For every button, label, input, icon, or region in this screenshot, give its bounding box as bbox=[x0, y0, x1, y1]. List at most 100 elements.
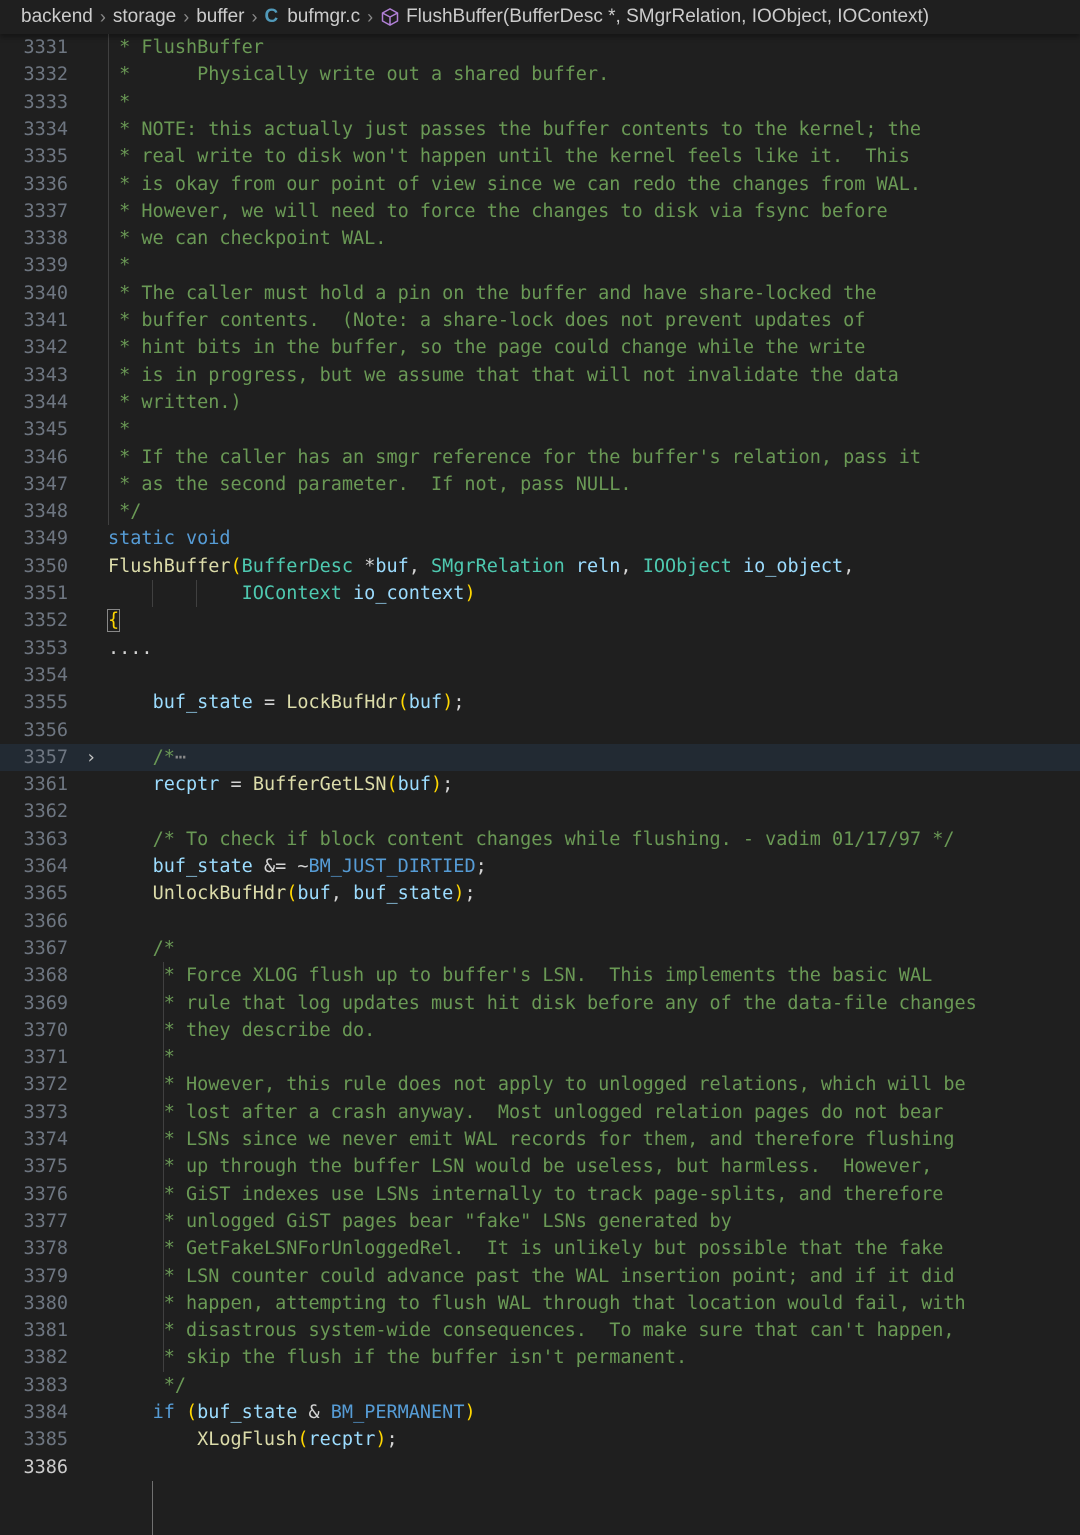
breadcrumb-item-file[interactable]: bufmgr.c bbox=[287, 6, 360, 28]
code-line[interactable]: 3352 { bbox=[0, 607, 1080, 634]
code-line[interactable]: 3383 */ bbox=[0, 1372, 1080, 1399]
code-line[interactable]: 3345 * bbox=[0, 416, 1080, 443]
code-line[interactable]: 3356 bbox=[0, 717, 1080, 744]
code-line[interactable]: 3344 * written.) bbox=[0, 389, 1080, 416]
code-line[interactable]: 3371 * bbox=[0, 1044, 1080, 1071]
code-token: * FlushBuffer bbox=[108, 37, 264, 58]
code-text: * we can checkpoint WAL. bbox=[108, 225, 386, 252]
code-text: * up through the buffer LSN would be use… bbox=[108, 1153, 933, 1180]
code-line[interactable]: 3381 * disastrous system-wide consequenc… bbox=[0, 1317, 1080, 1344]
code-line[interactable]: 3380 * happen, attempting to flush WAL t… bbox=[0, 1290, 1080, 1317]
code-token: /* bbox=[152, 937, 175, 959]
code-line[interactable]: 3338 * we can checkpoint WAL. bbox=[0, 225, 1080, 252]
code-line[interactable]: 3342 * hint bits in the buffer, so the p… bbox=[0, 334, 1080, 361]
code-line[interactable]: 3374 * LSNs since we never emit WAL reco… bbox=[0, 1126, 1080, 1153]
code-token: BM_PERMANENT bbox=[330, 1402, 465, 1423]
code-line[interactable]: 3361 recptr = BufferGetLSN(buf); bbox=[0, 771, 1080, 798]
code-line[interactable]: 3363 /* To check if block content change… bbox=[0, 826, 1080, 853]
breadcrumb-item-storage[interactable]: storage bbox=[113, 6, 176, 28]
breadcrumb-item-backend[interactable]: backend bbox=[21, 6, 93, 28]
code-line[interactable]: 3367 /* bbox=[0, 935, 1080, 962]
code-token: recptr bbox=[152, 774, 220, 796]
code-line[interactable]: 3369 * rule that log updates must hit di… bbox=[0, 990, 1080, 1017]
code-token: reln bbox=[575, 555, 621, 577]
code-line[interactable]: 3353.... bbox=[0, 635, 1080, 662]
code-token: * is in progress, but we assume that tha… bbox=[108, 364, 899, 386]
code-line[interactable]: 3337 * However, we will need to force th… bbox=[0, 198, 1080, 225]
code-line[interactable]: 3378 * GetFakeLSNForUnloggedRel. It is u… bbox=[0, 1235, 1080, 1262]
breadcrumb: backend › storage › buffer › C bufmgr.c … bbox=[0, 0, 1080, 34]
code-line[interactable]: 3375 * up through the buffer LSN would b… bbox=[0, 1153, 1080, 1180]
line-number: 3381 bbox=[23, 1320, 68, 1342]
line-number: 3383 bbox=[23, 1374, 68, 1396]
breadcrumb-item-buffer[interactable]: buffer bbox=[196, 6, 244, 28]
code-line[interactable]: 3373 * lost after a crash anyway. Most u… bbox=[0, 1099, 1080, 1126]
code-line[interactable]: 3334 * NOTE: this actually just passes t… bbox=[0, 116, 1080, 143]
line-number: 3361 bbox=[23, 774, 68, 796]
code-line[interactable]: 3362 bbox=[0, 798, 1080, 825]
code-line[interactable]: 3386 bbox=[0, 1454, 1080, 1481]
line-number: 3355 bbox=[23, 692, 68, 714]
code-token: = bbox=[219, 774, 253, 796]
code-line[interactable]: 3347 * as the second parameter. If not, … bbox=[0, 471, 1080, 498]
code-line[interactable]: 3340 * The caller must hold a pin on the… bbox=[0, 280, 1080, 307]
code-text: * disastrous system-wide consequences. T… bbox=[108, 1317, 955, 1344]
code-text: XLogFlush(recptr); bbox=[108, 1426, 398, 1453]
code-token: &= ~ bbox=[252, 856, 309, 877]
code-text: * GiST indexes use LSNs internally to tr… bbox=[108, 1181, 944, 1208]
code-line[interactable]: 3341 * buffer contents. (Note: a share-l… bbox=[0, 307, 1080, 334]
code-line[interactable]: 3336 * is okay from our point of view si… bbox=[0, 171, 1080, 198]
line-number: 3364 bbox=[23, 856, 68, 877]
code-line[interactable]: 3366 bbox=[0, 908, 1080, 935]
code-text: /* bbox=[108, 935, 175, 962]
breadcrumb-item-symbol[interactable]: FlushBuffer(BufferDesc *, SMgrRelation, … bbox=[406, 6, 929, 28]
code-line[interactable]: 3349 static void bbox=[0, 525, 1080, 552]
code-text: static void bbox=[108, 525, 231, 552]
code-line[interactable]: 3346 * If the caller has an smgr referen… bbox=[0, 444, 1080, 471]
fold-chevron-icon[interactable]: › bbox=[84, 744, 98, 771]
code-line[interactable]: 3377 * unlogged GiST pages bear "fake" L… bbox=[0, 1208, 1080, 1235]
code-token: FlushBuffer bbox=[108, 555, 231, 577]
code-line[interactable]: 3384 if (buf_state & BM_PERMANENT) bbox=[0, 1399, 1080, 1426]
code-line[interactable]: 3376 * GiST indexes use LSNs internally … bbox=[0, 1181, 1080, 1208]
code-text: IOContext io_context) bbox=[108, 580, 476, 607]
code-editor[interactable]: 3331 * FlushBuffer 3332 * Physically writ… bbox=[0, 34, 1080, 1535]
code-token: ( bbox=[230, 555, 242, 577]
code-line[interactable]: 3385 XLogFlush(recptr); bbox=[0, 1426, 1080, 1453]
code-text: buf_state = LockBufHdr(buf); bbox=[108, 689, 465, 716]
code-line[interactable]: 3343 * is in progress, but we assume tha… bbox=[0, 362, 1080, 389]
code-line[interactable]: 3355 buf_state = LockBufHdr(buf); bbox=[0, 689, 1080, 716]
code-line[interactable]: 3370 * they describe do. bbox=[0, 1017, 1080, 1044]
code-line[interactable]: 3331 * FlushBuffer bbox=[0, 34, 1080, 61]
code-line[interactable]: 3368 * Force XLOG flush up to buffer's L… bbox=[0, 962, 1080, 989]
code-text: * If the caller has an smgr reference fo… bbox=[108, 444, 921, 471]
code-token: = bbox=[252, 692, 287, 714]
code-line[interactable]: 3333 * bbox=[0, 89, 1080, 116]
code-token: IOContext bbox=[241, 583, 342, 604]
line-number: 3369 bbox=[23, 992, 68, 1014]
code-line[interactable]: 3350 FlushBuffer(BufferDesc *buf, SMgrRel… bbox=[0, 553, 1080, 580]
code-token: ; bbox=[386, 1429, 398, 1451]
code-line[interactable]: 3379 * LSN counter could advance past th… bbox=[0, 1263, 1080, 1290]
code-line[interactable]: 3351 IOContext io_context) bbox=[0, 580, 1080, 607]
code-line[interactable]: 3348 */ bbox=[0, 498, 1080, 525]
code-line[interactable]: 3357 › /*⋯ bbox=[0, 743, 1080, 772]
code-line[interactable]: 3332 * Physically write out a shared buf… bbox=[0, 61, 1080, 88]
code-line[interactable]: 3335 * real write to disk won't happen u… bbox=[0, 143, 1080, 170]
code-line[interactable]: 3372 * However, this rule does not apply… bbox=[0, 1071, 1080, 1098]
code-line[interactable]: 3364 buf_state &= ~BM_JUST_DIRTIED; bbox=[0, 853, 1080, 880]
code-token: * LSN counter could advance past the WAL… bbox=[152, 1265, 955, 1287]
code-line[interactable]: 3354 bbox=[0, 662, 1080, 689]
code-line[interactable]: 3365 UnlockBufHdr(buf, buf_state); bbox=[0, 880, 1080, 907]
code-token: ) bbox=[442, 692, 454, 714]
code-line[interactable]: 3339 * bbox=[0, 252, 1080, 279]
code-token: * However, this rule does not apply to u… bbox=[152, 1074, 966, 1096]
line-number: 3377 bbox=[23, 1210, 68, 1232]
code-line[interactable]: 3382 * skip the flush if the buffer isn'… bbox=[0, 1344, 1080, 1371]
